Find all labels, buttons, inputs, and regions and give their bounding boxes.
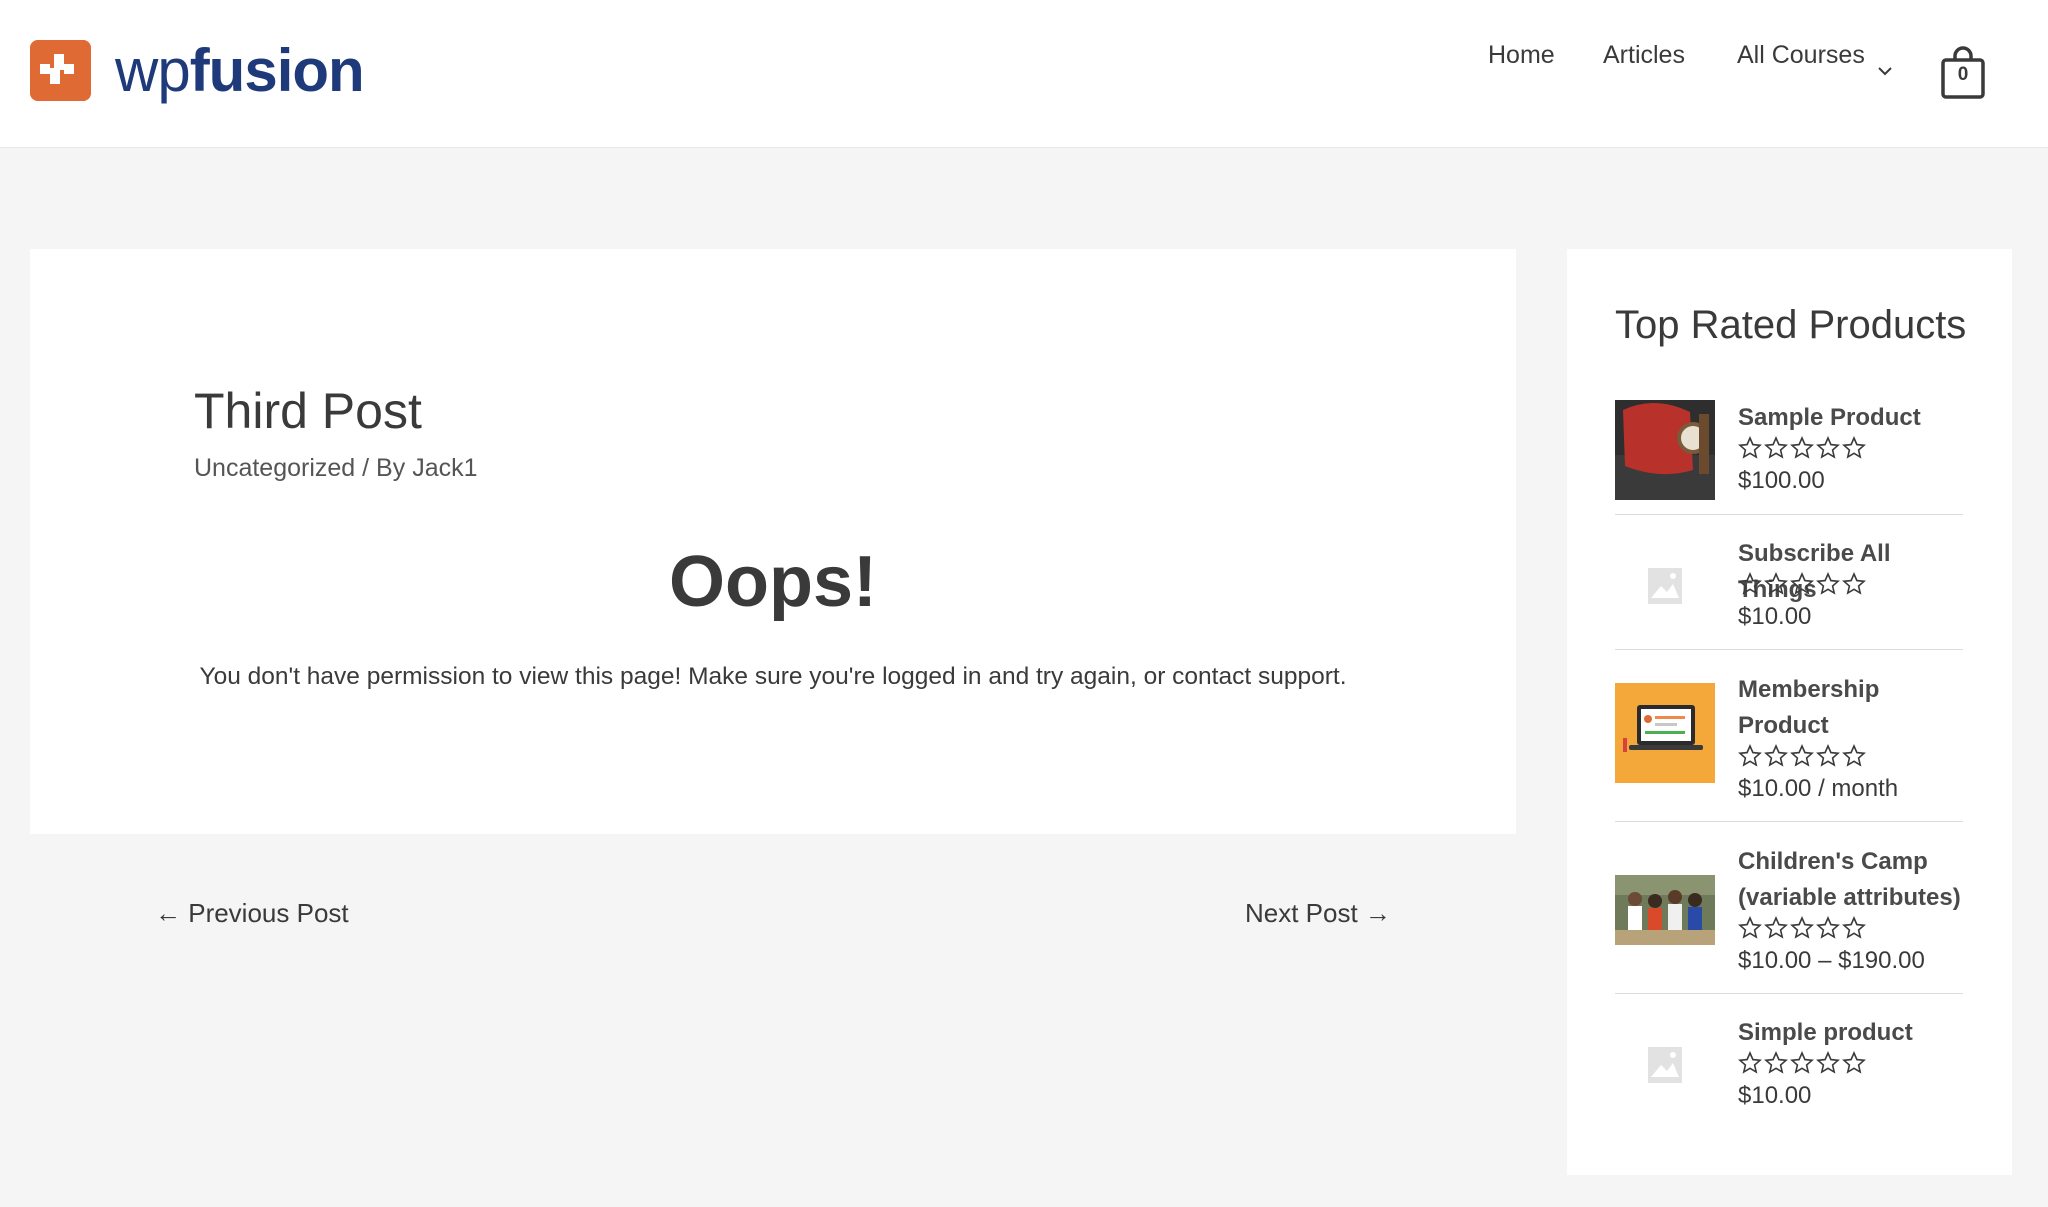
product-item: Children's Camp (variable attributes) $1…	[1615, 844, 1963, 994]
post-title: Third Post	[194, 383, 422, 439]
post-meta: Uncategorized / By Jack1	[194, 454, 478, 483]
star-icon	[1816, 1051, 1840, 1074]
star-icon	[1790, 1051, 1814, 1074]
star-icon	[1764, 436, 1788, 459]
star-icon	[1842, 916, 1866, 939]
nav-item-articles[interactable]: Articles	[1603, 41, 1685, 70]
logo-wordmark: wpfusion	[115, 40, 365, 101]
post-content-card: Third Post Uncategorized / By Jack1 Oops…	[30, 249, 1516, 834]
chevron-down-icon[interactable]	[1877, 66, 1893, 76]
post-meta-separator: / By	[355, 454, 413, 482]
product-price: $10.00	[1738, 603, 1812, 630]
star-icon	[1790, 572, 1814, 595]
nav-item-all-courses[interactable]: All Courses	[1737, 41, 1865, 70]
star-icon	[1738, 572, 1762, 595]
star-icon	[1764, 1051, 1788, 1074]
rating-stars	[1738, 1051, 1866, 1075]
rating-stars	[1738, 916, 1866, 940]
rating-stars	[1738, 744, 1866, 768]
product-price: $10.00 – $190.00	[1738, 947, 1925, 974]
product-thumbnail[interactable]	[1615, 400, 1715, 500]
product-name-link[interactable]: Membership Product	[1738, 672, 1908, 744]
nav-item-home[interactable]: Home	[1488, 41, 1555, 70]
star-icon	[1790, 916, 1814, 939]
post-author-link[interactable]: Jack1	[412, 454, 477, 482]
product-name-link[interactable]: Simple product	[1738, 1015, 1913, 1051]
star-icon	[1816, 916, 1840, 939]
product-name-link[interactable]: Sample Product	[1738, 400, 1921, 436]
star-icon	[1764, 572, 1788, 595]
post-category-link[interactable]: Uncategorized	[194, 454, 355, 482]
product-price: $10.00 / month	[1738, 775, 1899, 802]
star-icon	[1842, 744, 1866, 767]
product-name-link[interactable]: Children's Camp (variable attributes)	[1738, 844, 1978, 916]
restricted-message: You don't have permission to view this p…	[199, 663, 1347, 690]
star-icon	[1738, 916, 1762, 939]
rating-stars	[1738, 436, 1866, 460]
product-item: Sample Product $100.00	[1615, 400, 1963, 515]
previous-post-link[interactable]: ← Previous Post	[155, 898, 349, 929]
star-icon	[1790, 744, 1814, 767]
star-icon	[1738, 744, 1762, 767]
star-icon	[1842, 436, 1866, 459]
logo-fusion-text: fusion	[189, 36, 365, 104]
star-icon	[1816, 744, 1840, 767]
rating-stars	[1738, 572, 1866, 596]
product-thumbnail[interactable]	[1615, 683, 1715, 783]
widget-title: Top Rated Products	[1615, 303, 1967, 347]
sidebar-widget: Top Rated Products Sample Product $100.0…	[1567, 249, 2012, 1175]
product-item: Simple product $10.00	[1615, 1015, 1963, 1129]
star-icon	[1738, 436, 1762, 459]
site-logo[interactable]: wpfusion	[30, 40, 365, 101]
product-price: $100.00	[1738, 467, 1825, 494]
placeholder-image-icon[interactable]	[1615, 1015, 1715, 1115]
cart-count-badge: 0	[1957, 64, 1969, 85]
restricted-heading: Oops!	[669, 542, 877, 622]
site-header: wpfusion Home Articles All Courses 0	[0, 0, 2048, 148]
star-icon	[1764, 744, 1788, 767]
star-icon	[1764, 916, 1788, 939]
next-post-link[interactable]: Next Post →	[1245, 898, 1391, 929]
logo-wp-text: wp	[115, 36, 191, 104]
product-price: $10.00	[1738, 1082, 1812, 1109]
product-item: Membership Product $10.00 / month	[1615, 672, 1963, 822]
star-icon	[1790, 436, 1814, 459]
product-item: Subscribe All Things $10.00	[1615, 536, 1963, 650]
star-icon	[1816, 436, 1840, 459]
cart-button[interactable]: 0	[1940, 46, 1986, 100]
star-icon	[1842, 1051, 1866, 1074]
star-icon	[1816, 572, 1840, 595]
wpfusion-logo-icon	[30, 40, 91, 101]
product-thumbnail[interactable]	[1615, 860, 1715, 960]
star-icon	[1738, 1051, 1762, 1074]
star-icon	[1842, 572, 1866, 595]
placeholder-image-icon[interactable]	[1615, 536, 1715, 636]
